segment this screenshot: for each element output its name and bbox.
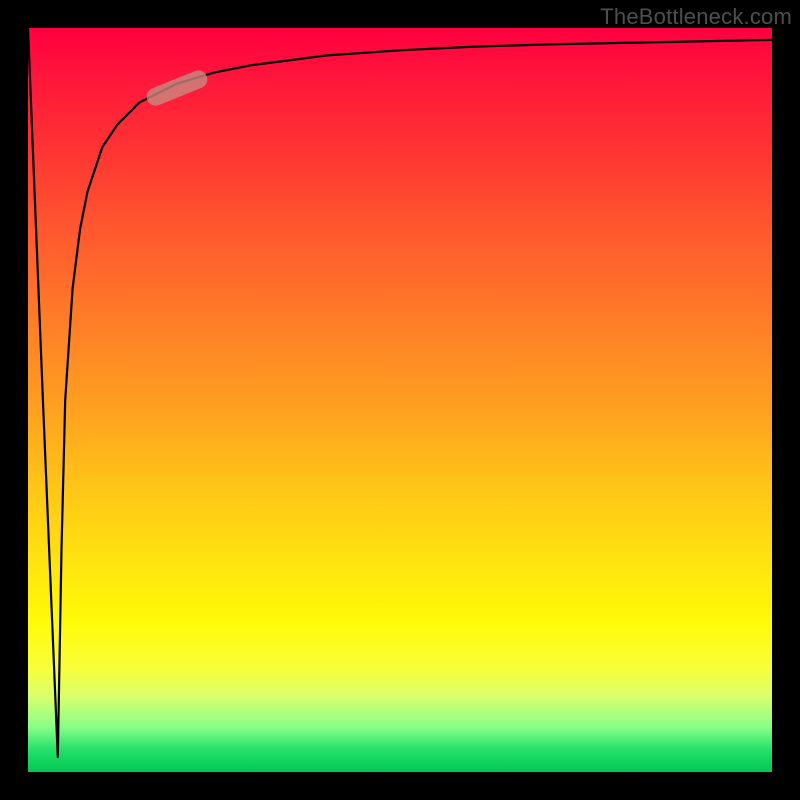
- chart-frame: [28, 28, 772, 772]
- chart-curve: [28, 28, 772, 772]
- watermark-text: TheBottleneck.com: [600, 4, 792, 30]
